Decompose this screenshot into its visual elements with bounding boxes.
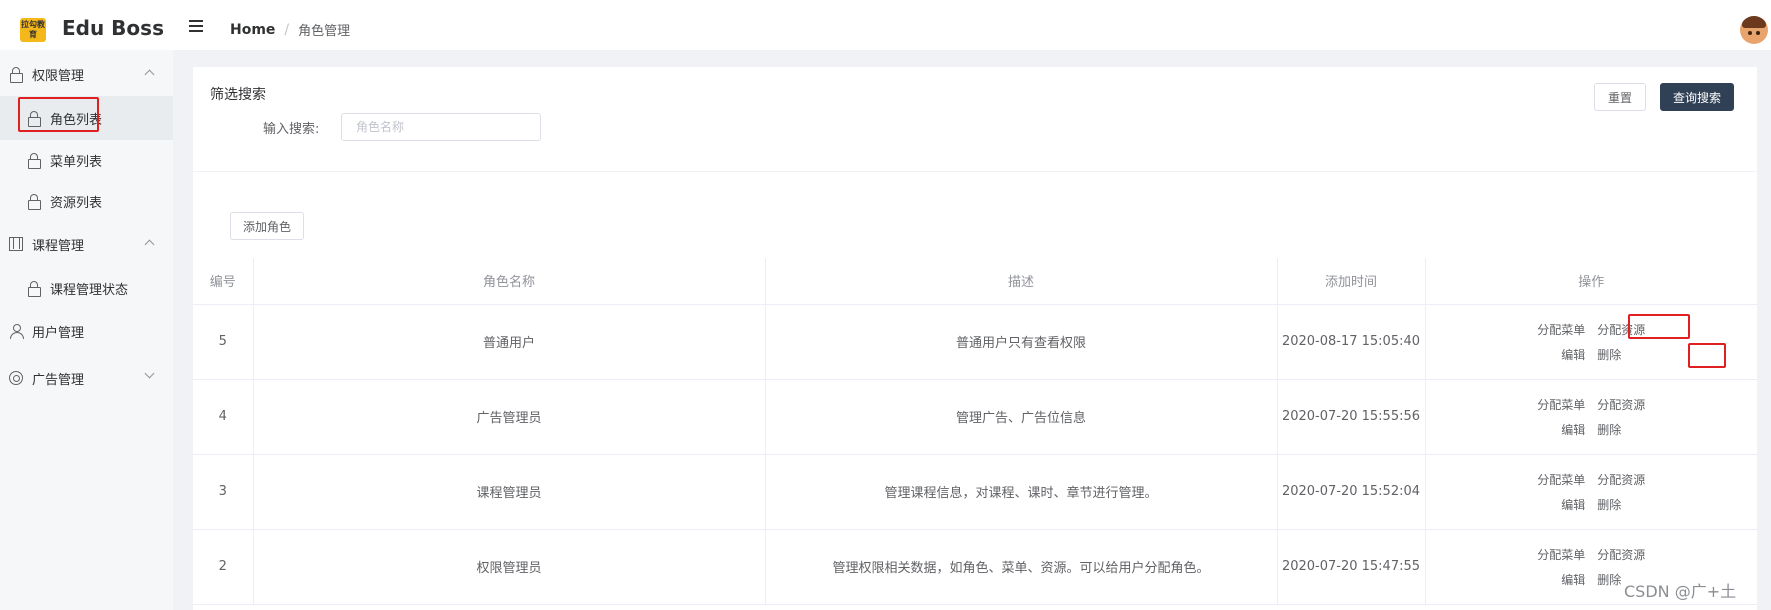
edit-link[interactable]: 编辑 [1561, 496, 1585, 513]
cell-id: 5 [193, 304, 254, 380]
sidebar-item-label: 角色列表 [50, 112, 103, 128]
cell-desc: 管理权限相关数据，如角色、菜单、资源。可以给用户分配角色。 [765, 529, 1278, 605]
assign-resource-link[interactable]: 分配资源 [1597, 396, 1645, 413]
watermark: CSDN @广+土 [1624, 582, 1737, 601]
sidebar-item-course[interactable]: 课程管理 [0, 222, 173, 266]
cell-name: 权限管理员 [253, 529, 766, 605]
table-header-row: 编号 角色名称 描述 添加时间 操作 [193, 258, 1757, 305]
assign-resource-link[interactable]: 分配资源 [1597, 321, 1645, 338]
lock-icon [27, 194, 41, 210]
top-header: 拉勾教育 Edu Boss Home / 角色管理 [0, 10, 1771, 50]
cell-time: 2020-07-20 15:52:04 [1277, 454, 1426, 530]
chevron-down-icon [144, 368, 155, 379]
delete-link[interactable]: 删除 [1597, 421, 1621, 438]
cell-actions: 分配菜单 分配资源 编辑 删除 [1425, 304, 1757, 380]
assign-menu-link[interactable]: 分配菜单 [1537, 321, 1585, 338]
edit-link[interactable]: 编辑 [1561, 421, 1585, 438]
table-row: 5 普通用户 普通用户只有查看权限 2020-08-17 15:05:40 分配… [193, 304, 1757, 380]
col-header-name: 角色名称 [253, 258, 766, 305]
cell-name: 广告管理员 [253, 379, 766, 455]
user-icon [9, 324, 24, 339]
lock-icon [27, 281, 41, 297]
sidebar-item-menu-list[interactable]: 菜单列表 [0, 138, 173, 182]
sidebar-item-permission[interactable]: 权限管理 [0, 52, 173, 96]
logo: 拉勾教育 [20, 18, 46, 42]
lock-icon [9, 67, 23, 83]
sidebar-item-ads[interactable]: 广告管理 [0, 356, 173, 400]
assign-resource-link[interactable]: 分配资源 [1597, 546, 1645, 563]
cell-desc: 管理广告、广告位信息 [765, 379, 1278, 455]
cell-desc: 管理课程信息，对课程、课时、章节进行管理。 [765, 454, 1278, 530]
cell-name: 普通用户 [253, 304, 766, 380]
breadcrumb-home[interactable]: Home [230, 22, 275, 38]
col-header-desc: 描述 [765, 258, 1278, 305]
lock-icon [27, 153, 41, 169]
col-header-actions: 操作 [1425, 258, 1757, 305]
query-button[interactable]: 查询搜索 [1660, 83, 1734, 111]
cell-time: 2020-07-20 15:47:55 [1277, 529, 1426, 605]
sidebar-item-label: 课程管理 [32, 238, 85, 254]
logo-text: 拉勾教育 [21, 20, 45, 39]
avatar[interactable] [1740, 16, 1768, 44]
delete-link[interactable]: 删除 [1597, 571, 1621, 588]
assign-menu-link[interactable]: 分配菜单 [1537, 471, 1585, 488]
brand-title: Edu Boss [62, 16, 164, 40]
delete-link[interactable]: 删除 [1597, 496, 1621, 513]
cell-actions: 分配菜单 分配资源 编辑 删除 [1425, 379, 1757, 455]
chevron-up-icon [144, 69, 155, 80]
lock-icon [27, 111, 41, 127]
breadcrumb-separator: / [284, 21, 290, 38]
gear-icon [9, 371, 23, 385]
edit-link[interactable]: 编辑 [1561, 571, 1585, 588]
cell-time: 2020-07-20 15:55:56 [1277, 379, 1426, 455]
chevron-up-icon [144, 239, 155, 250]
table-row: 2 权限管理员 管理权限相关数据，如角色、菜单、资源。可以给用户分配角色。 20… [193, 529, 1757, 605]
cell-id: 4 [193, 379, 254, 455]
assign-menu-link[interactable]: 分配菜单 [1537, 396, 1585, 413]
menu-toggle-icon[interactable] [189, 20, 203, 34]
cell-name: 课程管理员 [253, 454, 766, 530]
reset-button[interactable]: 重置 [1594, 83, 1646, 111]
cell-time: 2020-08-17 15:05:40 [1277, 304, 1426, 380]
cell-id: 3 [193, 454, 254, 530]
roles-table: 编号 角色名称 描述 添加时间 操作 5 普通用户 普通用户只有查看权限 202… [193, 258, 1757, 605]
filter-title: 筛选搜索 [210, 87, 266, 103]
sidebar-item-role-list[interactable]: 角色列表 [0, 96, 173, 140]
grid-icon [9, 237, 23, 251]
breadcrumb-current: 角色管理 [298, 24, 351, 39]
cell-actions: 分配菜单 分配资源 编辑 删除 [1425, 454, 1757, 530]
cell-desc: 普通用户只有查看权限 [765, 304, 1278, 380]
sidebar-item-user[interactable]: 用户管理 [0, 309, 173, 353]
sidebar-item-label: 课程管理状态 [50, 282, 129, 298]
col-header-time: 添加时间 [1277, 258, 1426, 305]
edit-link[interactable]: 编辑 [1561, 346, 1585, 363]
sidebar-item-course-status[interactable]: 课程管理状态 [0, 266, 173, 310]
search-input[interactable] [341, 113, 541, 141]
sidebar-item-label: 权限管理 [32, 68, 85, 84]
sidebar-item-label: 用户管理 [32, 325, 85, 341]
sidebar-item-label: 广告管理 [32, 372, 85, 388]
assign-menu-link[interactable]: 分配菜单 [1537, 546, 1585, 563]
sidebar-item-resource-list[interactable]: 资源列表 [0, 179, 173, 223]
sidebar-item-label: 资源列表 [50, 195, 103, 211]
table-row: 3 课程管理员 管理课程信息，对课程、课时、章节进行管理。 2020-07-20… [193, 454, 1757, 530]
add-role-button[interactable]: 添加角色 [230, 212, 304, 240]
search-label: 输入搜索: [263, 122, 320, 137]
breadcrumb: Home / 角色管理 [230, 20, 351, 40]
col-header-id: 编号 [193, 258, 254, 305]
delete-link[interactable]: 删除 [1597, 346, 1621, 363]
cell-id: 2 [193, 529, 254, 605]
assign-resource-link[interactable]: 分配资源 [1597, 471, 1645, 488]
sidebar-item-label: 菜单列表 [50, 154, 103, 170]
table-row: 4 广告管理员 管理广告、广告位信息 2020-07-20 15:55:56 分… [193, 379, 1757, 455]
